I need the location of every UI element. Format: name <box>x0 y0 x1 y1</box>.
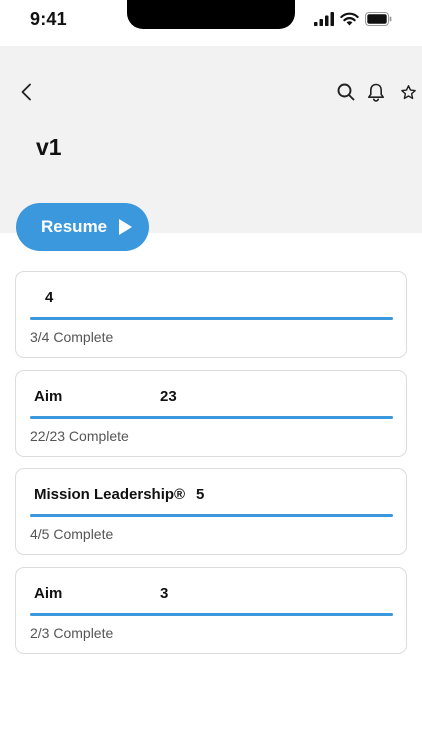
search-button[interactable] <box>334 80 358 104</box>
course-card[interactable]: Mission Leadership® 5 4/5 Complete <box>15 468 407 555</box>
course-status: 4/5 Complete <box>30 526 114 542</box>
bell-icon <box>368 83 384 102</box>
course-name: Aim <box>34 388 63 405</box>
progress-bar <box>30 416 393 419</box>
course-status: 22/23 Complete <box>30 428 129 444</box>
battery-icon <box>365 12 392 26</box>
notifications-button[interactable] <box>364 80 388 104</box>
course-name: Mission Leadership® <box>34 486 186 503</box>
device-notch <box>127 0 295 29</box>
search-icon <box>337 83 355 101</box>
course-name: Aim <box>34 585 63 602</box>
back-button[interactable] <box>14 80 38 104</box>
chevron-left-icon <box>21 83 31 101</box>
course-card[interactable]: 4 3/4 Complete <box>15 271 407 358</box>
cellular-signal-icon <box>314 12 334 26</box>
course-item-count: 5 <box>196 486 205 503</box>
status-icons <box>314 12 392 26</box>
resume-button-label: Resume <box>41 217 108 236</box>
progress-bar <box>30 514 393 517</box>
progress-bar <box>30 613 393 616</box>
status-bar: 9:41 <box>0 0 422 46</box>
wifi-icon <box>340 12 359 26</box>
course-item-count: 23 <box>160 388 177 405</box>
course-item-count: 3 <box>160 585 169 602</box>
favorite-button[interactable] <box>396 80 420 104</box>
resume-button[interactable]: Resume <box>16 203 149 251</box>
progress-bar-fill <box>30 613 393 616</box>
progress-bar-fill <box>30 317 393 320</box>
course-card[interactable]: Aim 23 22/23 Complete <box>15 370 407 457</box>
course-item-count: 4 <box>45 289 54 306</box>
course-status: 3/4 Complete <box>30 329 114 345</box>
progress-bar-fill <box>30 416 393 419</box>
star-icon <box>400 84 416 99</box>
play-icon <box>119 219 133 235</box>
progress-bar <box>30 317 393 320</box>
status-time: 9:41 <box>30 9 67 29</box>
page-title: v1 <box>36 134 62 160</box>
progress-bar-fill <box>30 514 393 517</box>
course-status: 2/3 Complete <box>30 625 114 641</box>
course-card[interactable]: Aim 3 2/3 Complete <box>15 567 407 654</box>
